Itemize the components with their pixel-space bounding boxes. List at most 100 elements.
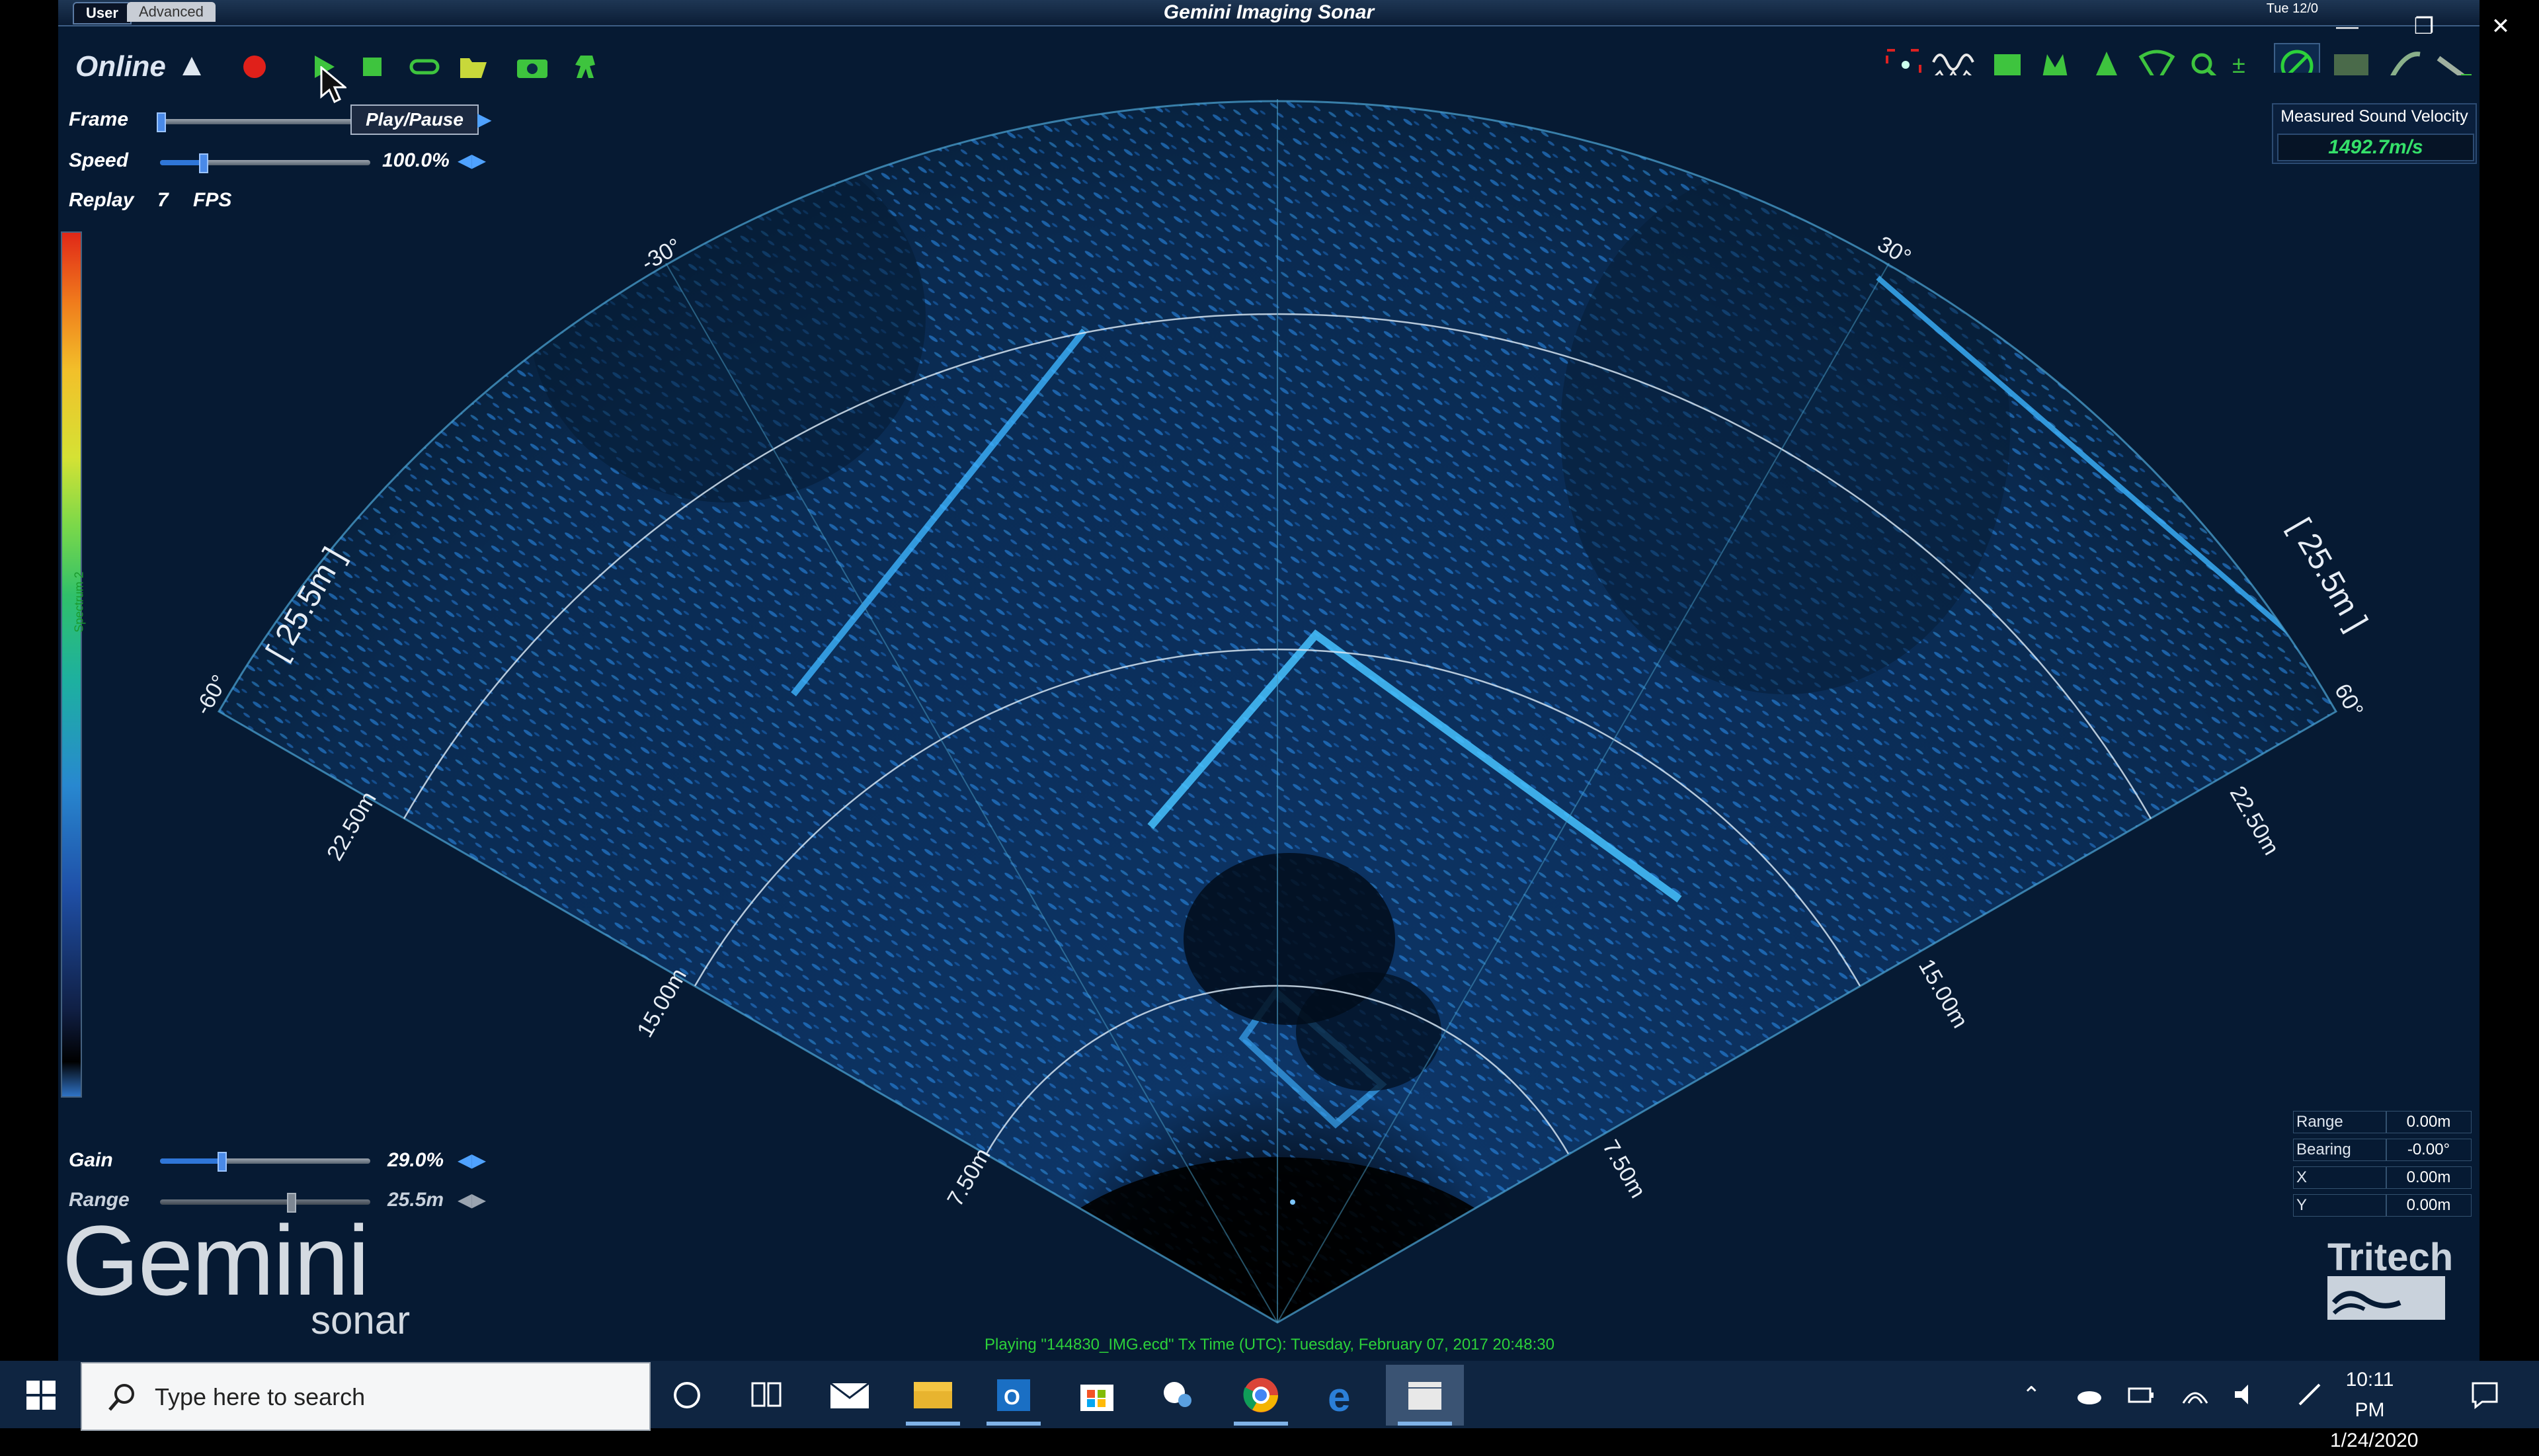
close-button[interactable]: ✕ [2481, 5, 2520, 48]
range-value: 25.5m [387, 1189, 444, 1211]
stop-icon[interactable] [357, 52, 387, 82]
show-hidden-icons[interactable]: ⌃ [2022, 1382, 2041, 1408]
snapshot-icon[interactable] [513, 52, 551, 82]
frame-label: Frame [69, 108, 129, 130]
gemini-logo-word: Gemini [62, 1205, 370, 1316]
minimize-button[interactable]: — [2327, 5, 2367, 48]
bearing-label-60: 60° [2329, 680, 2368, 722]
magnifier-icon[interactable] [2186, 45, 2226, 75]
readout-key: Range [2293, 1111, 2387, 1133]
taskbar-clock[interactable]: 10:11 PM 1/24/2020 [2330, 1365, 2419, 1456]
range-label-left-22.5: 22.50m [322, 788, 382, 865]
range-label-right-7.5: 7.50m [1597, 1135, 1650, 1202]
title-bar: User Advanced Gemini Imaging Sonar Tue 1… [58, 0, 2479, 26]
range-label-left-15: 15.00m [632, 964, 692, 1041]
color-scale-bar [61, 231, 82, 1098]
volume-icon[interactable] [2231, 1381, 2263, 1408]
cortana-icon[interactable] [648, 1365, 726, 1426]
loop-icon[interactable] [406, 52, 443, 82]
onedrive-icon[interactable] [2072, 1382, 2104, 1408]
chrome-icon[interactable] [1222, 1365, 1300, 1426]
layers-icon[interactable] [2035, 45, 2075, 75]
battery-icon[interactable] [2125, 1382, 2157, 1408]
image-icon[interactable] [2327, 45, 2375, 75]
search-icon [108, 1384, 134, 1411]
readout-row: Range 0.00m [2290, 1107, 2472, 1135]
readout-row: X 0.00m [2290, 1162, 2472, 1190]
tree-icon[interactable] [2087, 45, 2126, 75]
gain-slider-thumb[interactable] [218, 1152, 227, 1172]
title-date-fragment: Tue 12/0 [2266, 1, 2318, 16]
store-icon[interactable] [1058, 1365, 1136, 1426]
playback-status: Playing "144830_IMG.ecd" Tx Time (UTC): … [985, 1336, 1554, 1354]
frame-step-arrow[interactable]: ▶ [477, 108, 492, 130]
online-status[interactable]: Online [75, 50, 166, 83]
plus-minus-icon[interactable]: ± [2226, 45, 2255, 75]
range-slider[interactable] [160, 1193, 370, 1213]
mouse-cursor-icon [320, 66, 346, 103]
readout-row: Y 0.00m [2290, 1190, 2472, 1218]
notifications-icon[interactable] [2469, 1379, 2501, 1411]
windows-start-icon[interactable] [25, 1379, 57, 1411]
record-icon[interactable] [239, 52, 270, 82]
circle-mode-icon[interactable] [2273, 42, 2321, 73]
range-label-right-15: 15.00m [1914, 955, 1973, 1032]
play-pause-tooltip: Play/Pause [350, 104, 479, 135]
edge-icon[interactable]: e [1304, 1365, 1382, 1426]
clapper-icon[interactable] [1386, 1365, 1464, 1426]
gain-arrows[interactable]: ◀▶ [458, 1149, 486, 1171]
gain-slider-fill [160, 1158, 222, 1164]
tool-icon[interactable] [2431, 45, 2478, 75]
task-view-icon[interactable] [727, 1365, 805, 1426]
sonar-display[interactable]: -60° -30° 30° 60° 7.50m 15.00m 22.50m 7.… [0, 0, 2539, 1361]
frame-slider-thumb[interactable] [157, 112, 166, 132]
sound-velocity-title: Measured Sound Velocity [2280, 107, 2468, 126]
speed-arrows[interactable]: ◀▶ [458, 149, 486, 171]
readout-key: Bearing [2293, 1139, 2387, 1161]
running-indicator [1398, 1422, 1452, 1426]
pen-icon[interactable] [2294, 1381, 2326, 1408]
outlook-icon[interactable]: O [975, 1365, 1053, 1426]
speed-slider-thumb[interactable] [198, 153, 208, 173]
wifi-fan-icon[interactable] [2137, 45, 2177, 75]
tritech-wave-icon [2327, 1276, 2445, 1320]
readout-key: Y [2293, 1194, 2387, 1217]
max-range-label-right: [ 25.5m ] [2282, 512, 2374, 637]
close-icon: ✕ [2491, 14, 2511, 39]
speed-slider[interactable] [160, 153, 370, 173]
map-icon[interactable] [1988, 45, 2027, 75]
replay-fps-unit: FPS [193, 189, 232, 211]
frame-slider[interactable] [157, 112, 370, 132]
clock-date: 1/24/2020 [2330, 1430, 2419, 1451]
open-folder-icon[interactable] [456, 52, 491, 82]
restore-button[interactable]: ❐ [2404, 5, 2444, 48]
svg-text:O: O [1004, 1385, 1020, 1409]
clock-time: 10:11 PM [2345, 1369, 2394, 1421]
speed-label: Speed [69, 149, 129, 171]
wifi-icon[interactable] [2179, 1379, 2211, 1408]
running-indicator [987, 1422, 1041, 1426]
snipping-icon[interactable] [1140, 1365, 1218, 1426]
gemini-logo: Gemini sonar [62, 1205, 410, 1342]
minimize-icon: — [2336, 14, 2358, 39]
range-label-right-22.5: 22.50m [2225, 782, 2284, 859]
search-placeholder: Type here to search [155, 1383, 366, 1410]
readout-value: 0.00m [2386, 1166, 2472, 1189]
running-indicator [1234, 1422, 1288, 1426]
readout-row: Bearing -0.00° [2290, 1135, 2472, 1162]
file-explorer-icon[interactable] [894, 1365, 972, 1426]
gain-slider[interactable] [160, 1152, 370, 1172]
color-scale-label: Spectrum 2 [72, 571, 86, 633]
mail-icon[interactable] [811, 1365, 889, 1426]
waveform-icon[interactable] [1931, 45, 1978, 75]
zoom-fit-icon[interactable] [1883, 45, 1924, 75]
app-title: Gemini Imaging Sonar [1163, 1, 1375, 23]
sonar-icon[interactable] [177, 52, 206, 82]
replay-fps-value: 7 [157, 189, 169, 211]
range-label-left-7.5: 7.50m [942, 1144, 995, 1211]
video-record-icon[interactable] [570, 52, 603, 82]
readout-value: 0.00m [2386, 1194, 2472, 1217]
range-arrows[interactable]: ◀▶ [458, 1189, 486, 1211]
feather-icon[interactable] [2380, 45, 2428, 75]
taskbar-search-box[interactable]: Type here to search [81, 1362, 651, 1431]
